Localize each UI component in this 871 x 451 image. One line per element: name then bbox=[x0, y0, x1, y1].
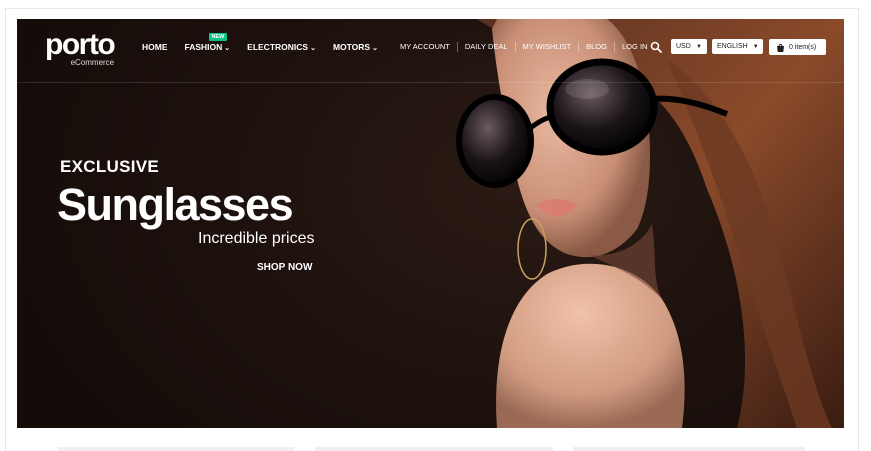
login-link[interactable]: LOG IN bbox=[615, 42, 654, 52]
hero-banner: porto eCommerce HOME NEW FASHION ⌄ ELECTR… bbox=[17, 19, 844, 428]
content-placeholder bbox=[573, 447, 805, 451]
nav-item-motors[interactable]: MOTORS ⌄ bbox=[333, 41, 378, 55]
main-nav: HOME NEW FASHION ⌄ ELECTRONICS ⌄ MOTORS ⌄ bbox=[142, 33, 395, 55]
language-select[interactable]: ENGLISH ▼ bbox=[712, 39, 763, 54]
content-placeholder bbox=[57, 447, 295, 451]
nav-label: HOME bbox=[142, 42, 168, 52]
top-links: MY ACCOUNT DAILY DEAL MY WISHLIST BLOG L… bbox=[393, 42, 654, 52]
cart-button[interactable]: 0 item(s) bbox=[769, 39, 826, 55]
hero-title: Sunglasses bbox=[57, 179, 294, 230]
hero-eyebrow: EXCLUSIVE bbox=[60, 157, 160, 176]
caret-down-icon: ▼ bbox=[752, 43, 759, 50]
chevron-down-icon: ⌄ bbox=[372, 45, 378, 52]
blog-link[interactable]: BLOG bbox=[579, 42, 616, 52]
daily-deal-link[interactable]: DAILY DEAL bbox=[458, 42, 516, 52]
chevron-down-icon: ⌄ bbox=[310, 45, 316, 52]
nav-item-electronics[interactable]: ELECTRONICS ⌄ bbox=[247, 41, 316, 55]
new-badge: NEW bbox=[208, 33, 228, 41]
brand-logo[interactable]: porto eCommerce bbox=[45, 28, 116, 68]
my-account-link[interactable]: MY ACCOUNT bbox=[393, 42, 458, 52]
content-placeholder bbox=[315, 447, 553, 451]
search-icon[interactable] bbox=[650, 41, 662, 53]
hero-subtitle: Incredible prices bbox=[198, 230, 315, 247]
shop-now-button[interactable]: SHOP NOW bbox=[257, 262, 312, 274]
nav-label: MOTORS bbox=[332, 42, 371, 52]
currency-select[interactable]: USD ▼ bbox=[671, 39, 707, 54]
cart-count: 0 item(s) bbox=[789, 43, 817, 51]
my-wishlist-link[interactable]: MY WISHLIST bbox=[516, 42, 580, 52]
shopping-bag-icon bbox=[777, 43, 784, 52]
nav-item-fashion[interactable]: NEW FASHION ⌄ bbox=[184, 33, 231, 55]
site-header: porto eCommerce HOME NEW FASHION ⌄ ELECTR… bbox=[17, 19, 844, 83]
nav-item-home[interactable]: HOME bbox=[142, 41, 168, 55]
nav-label: FASHION bbox=[184, 42, 223, 52]
chevron-down-icon: ⌄ bbox=[224, 45, 231, 52]
nav-label: ELECTRONICS bbox=[247, 42, 309, 52]
caret-down-icon: ▼ bbox=[696, 43, 702, 50]
brand-name: porto bbox=[45, 28, 116, 61]
currency-value: USD bbox=[676, 43, 691, 50]
language-value: ENGLISH bbox=[717, 43, 748, 50]
